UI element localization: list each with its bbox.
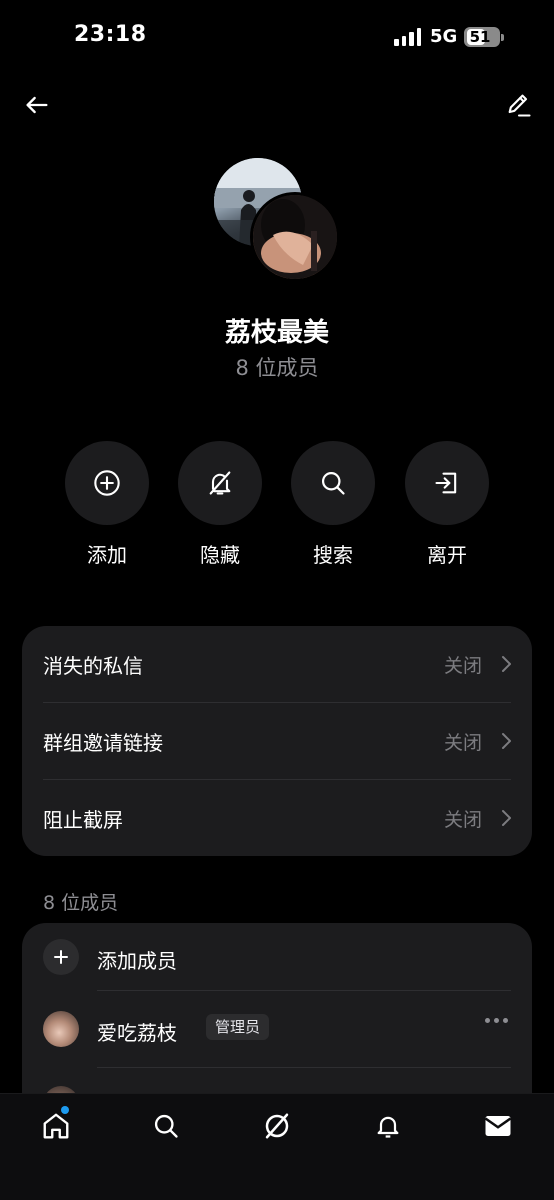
member-count: 8 位成员	[235, 356, 319, 380]
member-avatar-2	[250, 192, 340, 282]
notification-dot	[61, 1106, 69, 1114]
search-icon	[321, 471, 345, 495]
add-member-label: 添加成员	[97, 949, 177, 973]
tab-messages[interactable]	[482, 1110, 514, 1142]
admin-badge: 管理员	[206, 1014, 270, 1040]
add-action[interactable]: 添加	[65, 441, 149, 568]
setting-invite-link[interactable]: 群组邀请链接 关闭	[22, 703, 532, 780]
home-icon	[43, 1113, 69, 1139]
hide-action[interactable]: 隐藏	[178, 441, 262, 568]
status-bar: 23:18 5G 51	[0, 0, 554, 76]
battery-icon: 51	[464, 27, 504, 47]
search-action-circle[interactable]	[291, 441, 375, 525]
tab-search[interactable]	[150, 1110, 182, 1142]
settings-card: 消失的私信 关闭 群组邀请链接 关闭 阻止截屏 关闭	[22, 626, 532, 856]
chevron-right-icon	[502, 733, 511, 749]
add-action-circle[interactable]	[65, 441, 149, 525]
divider	[97, 1067, 511, 1068]
leave-action-circle[interactable]	[405, 441, 489, 525]
search-action[interactable]: 搜索	[291, 441, 375, 568]
setting-label: 群组邀请链接	[43, 731, 163, 755]
tab-grok[interactable]	[261, 1110, 293, 1142]
avatar	[43, 1011, 79, 1047]
setting-value: 关闭	[443, 655, 482, 677]
add-member-icon-wrap	[43, 939, 79, 975]
group-avatar[interactable]	[214, 158, 342, 284]
add-action-label: 添加	[87, 543, 127, 567]
edit-button[interactable]	[502, 88, 536, 122]
add-member-row[interactable]: 添加成员	[22, 923, 532, 991]
setting-disappearing-dm[interactable]: 消失的私信 关闭	[22, 626, 532, 703]
leave-icon	[435, 472, 457, 494]
hide-action-circle[interactable]	[178, 441, 262, 525]
setting-value: 关闭	[443, 732, 482, 754]
setting-label: 阻止截屏	[43, 808, 123, 832]
grok-icon	[265, 1113, 289, 1139]
plus-icon	[54, 950, 68, 964]
mail-icon	[484, 1116, 512, 1136]
more-options-icon[interactable]	[485, 1018, 508, 1023]
member-name: 爱吃荔枝	[97, 1021, 177, 1045]
battery-level: 51	[469, 28, 491, 46]
setting-value: 关闭	[443, 809, 482, 831]
arrow-left-icon	[26, 96, 48, 114]
group-name: 荔枝最美	[224, 318, 329, 348]
search-action-label: 搜索	[313, 543, 353, 567]
setting-label: 消失的私信	[43, 654, 143, 678]
network-type: 5G	[430, 26, 458, 47]
chevron-right-icon	[502, 656, 511, 672]
status-time: 23:18	[74, 22, 147, 47]
search-icon	[154, 1114, 178, 1138]
bottom-tab-bar	[0, 1093, 554, 1200]
pencil-icon	[508, 94, 531, 117]
bell-off-icon	[209, 471, 231, 495]
signal-icon	[394, 28, 421, 46]
setting-block-screenshot[interactable]: 阻止截屏 关闭	[22, 780, 532, 857]
chevron-right-icon	[502, 810, 511, 826]
members-section-title: 8 位成员	[43, 892, 119, 914]
tab-home[interactable]	[40, 1110, 72, 1142]
back-button[interactable]	[20, 88, 54, 122]
bell-icon	[377, 1116, 399, 1138]
leave-action-label: 离开	[427, 543, 467, 567]
plus-circle-icon	[94, 470, 120, 496]
leave-action[interactable]: 离开	[405, 441, 489, 568]
tab-notifications[interactable]	[372, 1110, 404, 1142]
hide-action-label: 隐藏	[200, 543, 240, 567]
